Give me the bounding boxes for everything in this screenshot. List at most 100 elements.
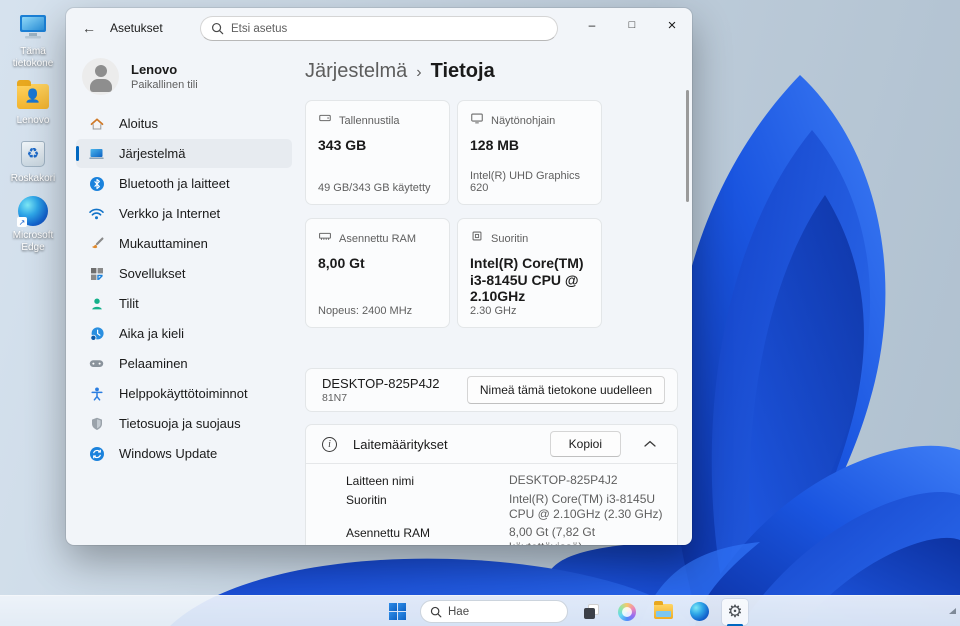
spec-row-device-name: Laitteen nimi DESKTOP-825P4J2: [346, 473, 618, 488]
breadcrumb-parent[interactable]: Järjestelmä: [305, 60, 407, 83]
edge-icon: ↗: [16, 194, 50, 228]
taskbar-icons: ⚙: [384, 596, 748, 626]
copilot-button[interactable]: [614, 599, 640, 625]
card-value: Intel(R) Core(TM) i3-8145U CPU @ 2.10GHz: [470, 255, 584, 305]
search-icon: [430, 606, 442, 617]
edge-button[interactable]: [686, 599, 712, 625]
device-model: 81N7: [322, 391, 348, 404]
desktop-icon-recycle-bin[interactable]: ♻ Roskakori: [2, 137, 64, 185]
user-account-type: Paikallinen tili: [131, 78, 198, 91]
card-footer: 49 GB/343 GB käytetty: [318, 182, 431, 194]
chevron-up-icon[interactable]: [637, 440, 663, 448]
spec-cards: Tallennustila 343 GB 49 GB/343 GB käytet…: [305, 100, 602, 328]
sidebar-item-jarjestelma[interactable]: Järjestelmä: [76, 139, 292, 168]
page-title: Tietoja: [430, 60, 495, 82]
spec-row-ram: Asennettu RAM 8,00 Gt (7,82 Gt käytettäv…: [346, 525, 596, 545]
device-name: DESKTOP-825P4J2: [322, 376, 440, 392]
desktop: Tämä tietokone 👤 Lenovo ♻ Roskakori ↗ Mi…: [0, 0, 960, 626]
sidebar-item-mukauttaminen[interactable]: Mukauttaminen: [76, 229, 292, 258]
sidebar: Lenovo Paikallinen tili Aloitus Järjeste…: [66, 48, 302, 545]
card-value: 128 MB: [470, 137, 520, 153]
accessibility-icon: [88, 385, 105, 402]
desktop-icon-label: Roskakori: [10, 172, 56, 184]
sidebar-item-aika-ja-kieli[interactable]: Aika ja kieli: [76, 319, 292, 348]
desktop-icon-label: Tämä tietokone: [12, 46, 54, 69]
titlebar: ← Asetukset – □ ×: [66, 8, 692, 48]
sidebar-item-sovellukset[interactable]: Sovellukset: [76, 259, 292, 288]
spec-row-processor: Suoritin Intel(R) Core(TM) i3-8145U CPU …: [346, 492, 663, 521]
avatar: [82, 58, 119, 95]
back-button[interactable]: ←: [74, 15, 104, 41]
sidebar-item-windows-update[interactable]: Windows Update: [76, 439, 292, 468]
sidebar-item-pelaaminen[interactable]: Pelaaminen: [76, 349, 292, 378]
device-specifications-card: i Laitemääritykset Kopioi Laitteen nimi …: [305, 424, 678, 545]
desktop-icon-label: Lenovo: [16, 115, 50, 126]
specs-header[interactable]: i Laitemääritykset Kopioi: [306, 425, 677, 463]
bluetooth-icon: [88, 175, 105, 192]
windows-update-icon: [88, 445, 105, 462]
specs-title: Laitemääritykset: [353, 436, 448, 452]
desktop-icon-label: Microsoft Edge: [12, 230, 54, 253]
taskbar-search-input[interactable]: [448, 605, 548, 618]
app-title: Asetukset: [110, 21, 163, 35]
breadcrumb-separator-icon: ›: [416, 64, 422, 81]
sidebar-item-tietosuoja[interactable]: Tietosuoja ja suojaus: [76, 409, 292, 438]
shortcut-arrow-icon: ↗: [17, 217, 27, 227]
start-button[interactable]: [384, 599, 410, 625]
rename-pc-button[interactable]: Nimeä tämä tietokone uudelleen: [466, 376, 665, 404]
gpu-icon: [470, 111, 484, 130]
storage-icon: [318, 111, 332, 130]
time-language-icon: [88, 325, 105, 342]
card-value: 8,00 Gt: [318, 255, 365, 271]
settings-button[interactable]: ⚙: [722, 598, 748, 625]
desktop-icon-edge[interactable]: ↗ Microsoft Edge: [2, 194, 64, 253]
user-account[interactable]: Lenovo Paikallinen tili: [82, 58, 302, 95]
task-view-icon: [583, 604, 599, 619]
sidebar-item-verkko[interactable]: Verkko ja Internet: [76, 199, 292, 228]
sidebar-item-aloitus[interactable]: Aloitus: [76, 109, 292, 138]
user-name: Lenovo: [131, 62, 178, 78]
card-footer: 2.30 GHz: [470, 305, 517, 317]
desktop-icon-lenovo-folder[interactable]: 👤 Lenovo: [2, 79, 64, 127]
ram-icon: [318, 229, 332, 248]
card-cpu[interactable]: Suoritin Intel(R) Core(TM) i3-8145U CPU …: [457, 218, 602, 328]
breadcrumb: Järjestelmä › Tietoja: [305, 60, 495, 83]
close-button[interactable]: ×: [652, 8, 692, 42]
personalization-icon: [88, 235, 105, 252]
system-tray-icon[interactable]: [949, 608, 956, 614]
settings-search-input[interactable]: [231, 22, 547, 35]
task-view-button[interactable]: [578, 599, 604, 625]
main-content: Järjestelmä › Tietoja Tallennustila 343 …: [302, 48, 692, 545]
sidebar-item-bluetooth[interactable]: Bluetooth ja laitteet: [76, 169, 292, 198]
copilot-icon: [618, 602, 636, 621]
info-icon: i: [322, 436, 337, 452]
desktop-icons: Tämä tietokone 👤 Lenovo ♻ Roskakori ↗ Mi…: [2, 10, 64, 253]
taskbar: ⚙: [0, 595, 960, 626]
device-name-card: DESKTOP-825P4J2 81N7 Nimeä tämä tietokon…: [305, 368, 678, 412]
sidebar-item-tilit[interactable]: Tilit: [76, 289, 292, 318]
card-storage[interactable]: Tallennustila 343 GB 49 GB/343 GB käytet…: [305, 100, 450, 205]
cpu-icon: [470, 229, 484, 248]
edge-icon: [689, 602, 709, 621]
file-explorer-button[interactable]: [650, 599, 676, 625]
sidebar-item-helppokayttotoiminnot[interactable]: Helppokäyttötoiminnot: [76, 379, 292, 408]
settings-window: ← Asetukset – □ × Lenovo Paikall: [66, 8, 692, 545]
card-ram[interactable]: Asennettu RAM 8,00 Gt Nopeus: 2400 MHz: [305, 218, 450, 328]
copy-button[interactable]: Kopioi: [549, 431, 621, 457]
card-gpu[interactable]: Näytönohjain 128 MB Intel(R) UHD Graphic…: [457, 100, 602, 205]
settings-search[interactable]: [200, 16, 558, 41]
file-explorer-icon: [653, 601, 673, 619]
desktop-icon-this-pc[interactable]: Tämä tietokone: [2, 10, 64, 69]
search-icon: [211, 22, 224, 35]
card-footer: Intel(R) UHD Graphics 620: [470, 170, 581, 194]
home-icon: [88, 115, 105, 132]
minimize-button[interactable]: –: [572, 8, 612, 42]
taskbar-search[interactable]: [420, 600, 568, 623]
scrollbar[interactable]: [686, 90, 689, 202]
maximize-button[interactable]: □: [612, 8, 652, 42]
user-folder-icon: 👤: [16, 79, 50, 113]
card-footer: Nopeus: 2400 MHz: [318, 305, 413, 317]
recycle-bin-icon: ♻: [16, 137, 50, 171]
gaming-icon: [88, 355, 105, 372]
card-value: 343 GB: [318, 137, 367, 153]
